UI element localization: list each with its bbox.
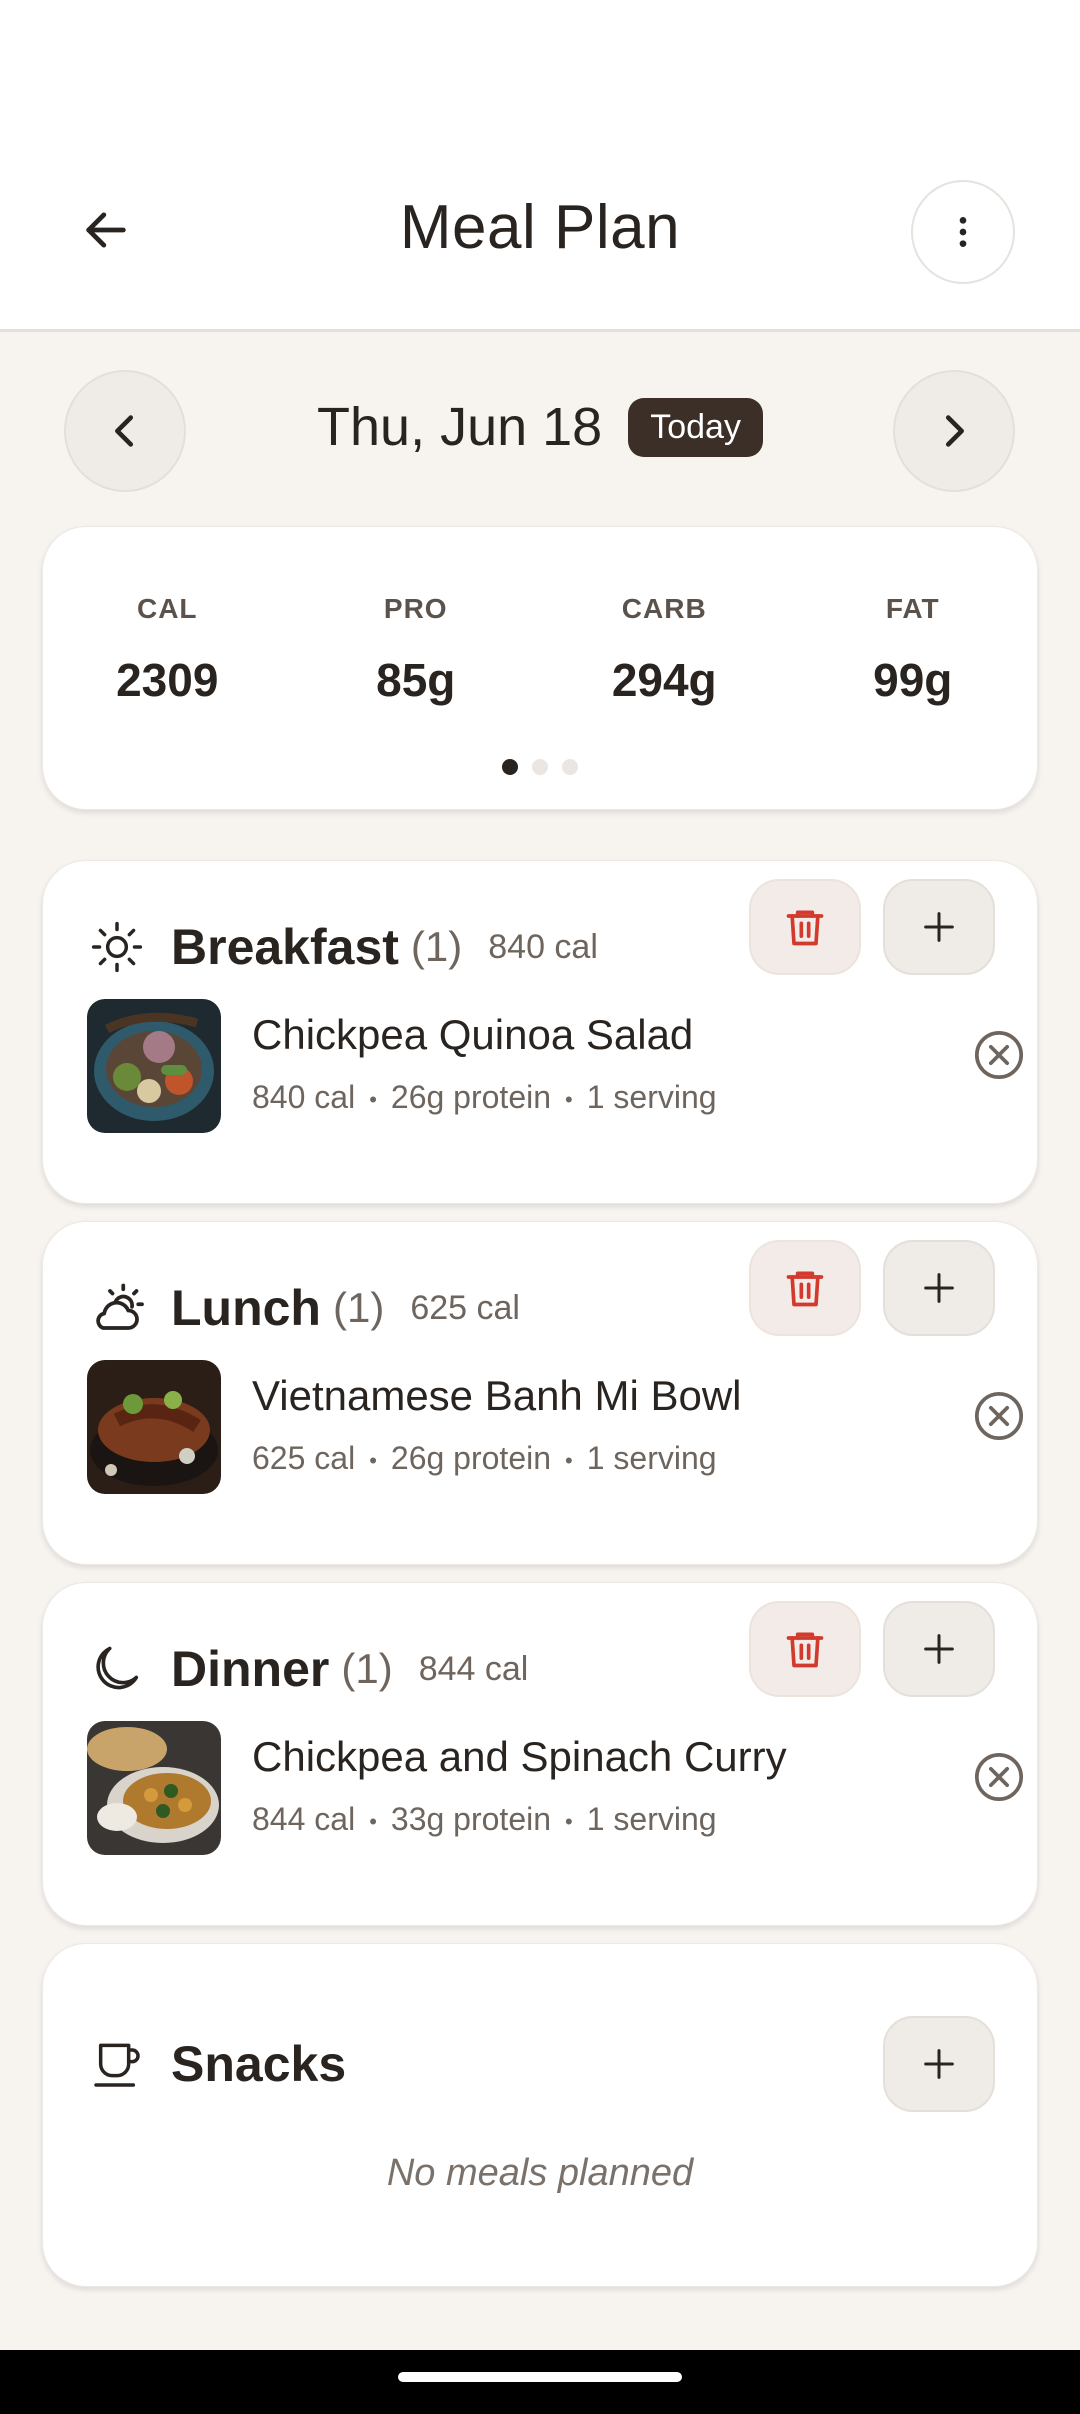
meal-name: Dinner <box>171 1641 330 1697</box>
app-bar: Meal Plan <box>0 130 1080 332</box>
nutrition-summary-card[interactable]: CAL 2309 PRO 85g CARB 294g FAT 99g <box>42 526 1038 810</box>
stat-label: CAL <box>136 593 198 624</box>
current-date: Thu, Jun 18 <box>317 397 603 457</box>
empty-state-text: No meals planned <box>386 2152 694 2194</box>
trash-icon <box>786 1271 824 1307</box>
remove-item-icon[interactable] <box>971 1388 1027 1444</box>
food-meta: 625 cal • 26g protein • 1 serving <box>252 1440 717 1476</box>
remove-item-icon[interactable] <box>971 1027 1027 1083</box>
page-dot <box>562 759 578 775</box>
stat-protein: PRO 85g <box>292 593 541 707</box>
delete-meal-button[interactable] <box>749 1601 861 1697</box>
meal-name: Breakfast <box>171 919 399 975</box>
stat-label: FAT <box>885 593 940 624</box>
meal-item[interactable]: Chickpea and Spinach Curry 844 cal • 33g p… <box>87 1721 1024 1855</box>
food-protein: 26g protein <box>390 1079 552 1115</box>
page-dot <box>532 759 548 775</box>
stat-value: 294g <box>611 654 717 706</box>
home-indicator[interactable] <box>398 2372 682 2382</box>
more-options-button[interactable] <box>911 180 1015 284</box>
meal-section-snacks: Snacks No meals planned <box>42 1943 1038 2287</box>
page-indicator <box>43 759 1037 775</box>
nutrition-stats: CAL 2309 PRO 85g CARB 294g FAT 99g <box>43 593 1037 707</box>
meal-item[interactable]: Chickpea Quinoa Salad 840 cal • 26g protei… <box>87 999 1024 1133</box>
food-meta: 840 cal • 26g protein • 1 serving <box>252 1079 717 1115</box>
more-vertical-icon <box>959 217 967 247</box>
stat-calories: CAL 2309 <box>43 593 292 707</box>
partly-cloudy-icon <box>87 1278 147 1338</box>
add-food-button[interactable] <box>883 1240 995 1336</box>
sun-icon <box>87 917 147 977</box>
today-badge: Today <box>628 397 763 457</box>
food-serving: 1 serving <box>586 1079 717 1115</box>
meal-calories: 844 cal <box>418 1649 529 1688</box>
meal-header: Dinner (1) 844 cal <box>87 1619 528 1719</box>
food-protein: 26g protein <box>390 1440 552 1476</box>
trash-icon <box>786 1632 824 1668</box>
plus-icon <box>924 1273 954 1303</box>
meal-count: (1) <box>341 1645 393 1692</box>
food-image <box>87 999 221 1133</box>
meal-count: (1) <box>410 923 463 970</box>
meal-header: Snacks <box>87 2014 346 2114</box>
stat-label: CARB <box>621 593 707 624</box>
food-meta: 844 cal • 33g protein • 1 serving <box>252 1801 717 1837</box>
trash-icon <box>786 910 824 946</box>
plus-icon <box>924 912 954 942</box>
plus-icon <box>924 1634 954 1664</box>
add-food-button[interactable] <box>883 879 995 975</box>
meal-header: Breakfast (1) 840 cal <box>87 897 598 997</box>
food-title: Chickpea and Spinach Curry <box>252 1733 787 1780</box>
food-calories: 625 cal <box>252 1440 356 1476</box>
add-food-button[interactable] <box>883 1601 995 1697</box>
moon-icon <box>87 1639 147 1699</box>
chevron-right-icon <box>945 415 964 447</box>
food-image <box>87 1721 221 1855</box>
stat-label: PRO <box>383 593 448 624</box>
status-bar <box>0 0 1080 130</box>
food-calories: 840 cal <box>252 1079 356 1115</box>
page-dot-active <box>502 759 518 775</box>
next-day-button[interactable] <box>893 370 1015 492</box>
meal-name: Snacks <box>171 2036 347 2092</box>
meal-header: Lunch (1) 625 cal <box>87 1258 520 1358</box>
stat-value: 99g <box>873 654 953 706</box>
food-calories: 844 cal <box>252 1801 356 1837</box>
date-navigator: Thu, Jun 18 Today <box>0 370 1080 492</box>
cup-icon <box>87 2034 147 2094</box>
delete-meal-button[interactable] <box>749 1240 861 1336</box>
add-food-button[interactable] <box>883 2016 995 2112</box>
delete-meal-button[interactable] <box>749 879 861 975</box>
food-serving: 1 serving <box>586 1440 717 1476</box>
plus-icon <box>924 2049 954 2079</box>
meal-section-breakfast: Breakfast (1) 840 cal Chickpea Quinoa Sa… <box>42 860 1038 1204</box>
stat-carbs: CARB 294g <box>540 593 789 707</box>
food-protein: 33g protein <box>390 1801 552 1837</box>
stat-value: 2309 <box>116 654 219 706</box>
remove-item-icon[interactable] <box>971 1749 1027 1805</box>
system-navigation-bar <box>0 2350 1080 2414</box>
food-serving: 1 serving <box>586 1801 717 1837</box>
meal-calories: 625 cal <box>410 1288 520 1327</box>
meal-name: Lunch <box>171 1280 321 1336</box>
food-title: Chickpea Quinoa Salad <box>252 1011 694 1058</box>
food-image <box>87 1360 221 1494</box>
meal-count: (1) <box>332 1284 385 1331</box>
meal-section-dinner: Dinner (1) 844 cal Chickpea and Spinach … <box>42 1582 1038 1926</box>
meal-calories: 840 cal <box>488 927 598 966</box>
food-title: Vietnamese Banh Mi Bowl <box>252 1372 742 1419</box>
meal-section-lunch: Lunch (1) 625 cal Vietnamese Banh Mi Bow <box>42 1221 1038 1565</box>
meal-item[interactable]: Vietnamese Banh Mi Bowl 625 cal • 26g prot… <box>87 1360 1024 1494</box>
stat-fat: FAT 99g <box>789 593 1038 707</box>
stat-value: 85g <box>376 654 456 706</box>
